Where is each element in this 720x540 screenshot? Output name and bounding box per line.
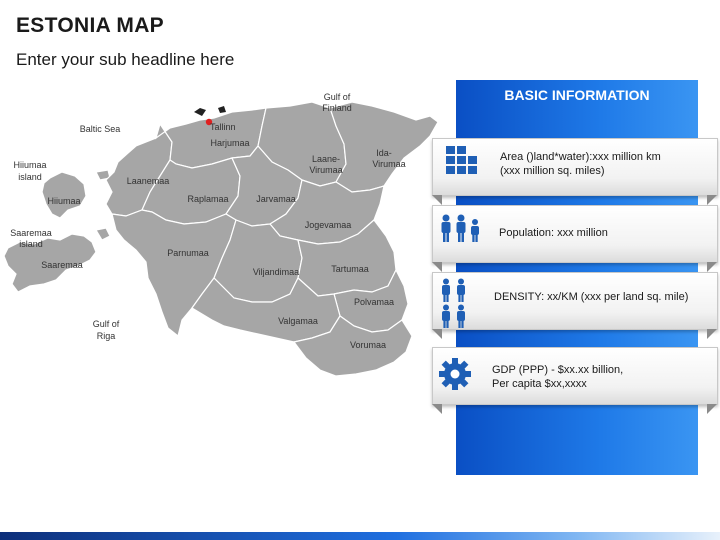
label-hiiumaa-island-1: Hiiumaa (13, 160, 46, 170)
gdp-text-line2: Per capita $xx,xxxx (492, 378, 587, 390)
label-tartumaa: Tartumaa (331, 264, 369, 274)
region-hiiumaa[interactable] (41, 171, 87, 219)
area-text-line1: Area ()land*water):xxx million km (500, 151, 661, 163)
panel-title: BASIC INFORMATION (504, 87, 650, 103)
label-saaremaa-island-2: island (19, 239, 43, 249)
card-fold (707, 195, 717, 205)
gear-icon (439, 358, 471, 390)
label-hiiumaa: Hiiumaa (47, 196, 80, 206)
label-raplamaa: Raplamaa (187, 194, 228, 204)
card-fold (707, 404, 717, 414)
region-ida-virumaa[interactable] (329, 101, 439, 193)
card-fold (432, 262, 442, 272)
density-text: DENSITY: xx/KM (xxx per land sq. mile) (494, 291, 689, 303)
label-laane-virumaa-2: Virumaa (309, 165, 342, 175)
region-naissaar (194, 108, 206, 116)
page-title: ESTONIA MAP (16, 14, 164, 37)
capital-label: Tallinn (210, 122, 236, 132)
footer-bar (0, 532, 720, 540)
label-gulf-finland-2: Finland (322, 103, 352, 113)
label-gulf-riga-1: Gulf of (93, 319, 120, 329)
label-harjumaa: Harjumaa (210, 138, 249, 148)
area-text-line2: (xxx million sq. miles) (500, 165, 605, 177)
card-fold (432, 329, 442, 339)
area-grid-icon (446, 146, 477, 174)
label-laanemaa: Laanemaa (127, 176, 170, 186)
label-gulf-riga-2: Riga (97, 331, 116, 341)
region-prangli (218, 106, 226, 113)
label-jarvamaa: Jarvamaa (256, 194, 296, 204)
label-baltic-sea: Baltic Sea (80, 124, 121, 134)
card-fold (707, 262, 717, 272)
label-valgamaa: Valgamaa (278, 316, 318, 326)
label-gulf-finland-1: Gulf of (324, 92, 351, 102)
label-hiiumaa-island-2: island (18, 172, 42, 182)
label-parnumaa: Parnumaa (167, 248, 209, 258)
label-jogevamaa: Jogevamaa (305, 220, 352, 230)
page-subtitle: Enter your sub headline here (16, 50, 235, 69)
label-ida-virumaa-2: Virumaa (372, 159, 405, 169)
population-icon (441, 214, 479, 242)
label-laane-virumaa-1: Laane- (312, 154, 340, 164)
label-polvamaa: Polvamaa (354, 297, 394, 307)
region-muhu (95, 227, 111, 241)
card-fold (432, 195, 442, 205)
estonia-map: Tallinn Harjumaa Laane- Virumaa Ida- Vir… (3, 92, 439, 377)
label-ida-virumaa-1: Ida- (376, 148, 392, 158)
density-icon (442, 278, 465, 328)
card-fold (432, 404, 442, 414)
card-fold (707, 329, 717, 339)
label-saaremaa: Saaremaa (41, 260, 83, 270)
gdp-text-line1: GDP (PPP) - $xx.xx billion, (492, 364, 624, 376)
label-saaremaa-island-1: Saaremaa (10, 228, 52, 238)
population-text: Population: xxx million (499, 227, 608, 239)
label-viljandimaa: Viljandimaa (253, 267, 299, 277)
label-vorumaa: Vorumaa (350, 340, 386, 350)
